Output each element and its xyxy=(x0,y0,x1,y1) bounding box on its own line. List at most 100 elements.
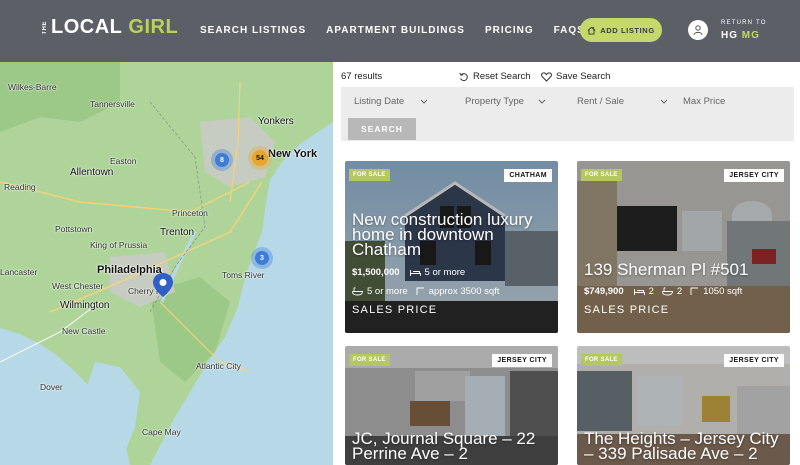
listing-card[interactable]: FOR SALE CHATHAM New construction luxury… xyxy=(345,161,558,333)
nav-search-listings[interactable]: SEARCH LISTINGS xyxy=(200,25,306,36)
chevron-down-icon xyxy=(420,99,428,104)
sqft-info: 1050 sqft xyxy=(690,286,742,297)
bed-icon xyxy=(633,288,645,295)
listing-title: The Heights – Jersey City – 339 Palisade… xyxy=(584,429,779,463)
mg-text: MG xyxy=(741,30,760,41)
sqft-value: 1050 sqft xyxy=(703,286,743,297)
sqft-value: approx 3500 sqft xyxy=(428,286,500,297)
map-label-pottstown: Pottstown xyxy=(55,224,93,234)
listing-card[interactable]: FOR SALE JERSEY CITY 139 Sherman Pl #501… xyxy=(577,161,790,333)
heart-icon xyxy=(541,71,552,82)
nav-pricing[interactable]: PRICING xyxy=(485,25,534,36)
baths-info: 5 or more xyxy=(352,286,408,297)
baths-info: 2 xyxy=(661,286,683,297)
status-badge: FOR SALE xyxy=(581,354,622,366)
logo-girl: GIRL xyxy=(128,16,179,38)
house-plus-icon xyxy=(587,26,596,35)
map-view[interactable]: Wilkes-Barre Tannersville Yonkers Easton… xyxy=(0,62,333,465)
reset-search-button[interactable]: Reset Search xyxy=(459,71,531,82)
map-label-easton: Easton xyxy=(110,156,137,166)
map-label-new-york: New York xyxy=(268,148,318,160)
location-badge: CHATHAM xyxy=(504,169,552,182)
map-label-tannersville: Tannersville xyxy=(90,99,135,109)
map-label-wilmington: Wilmington xyxy=(60,300,110,311)
baths-count: 5 or more xyxy=(367,286,408,297)
beds-count: 5 or more xyxy=(424,267,466,278)
listing-price: $1,500,000 xyxy=(352,267,400,278)
site-header: THE LOCAL GIRL SEARCH LISTINGS APARTMENT… xyxy=(0,0,800,62)
map-label-atlantic-city: Atlantic City xyxy=(196,361,241,371)
status-badge: FOR SALE xyxy=(349,354,390,366)
site-logo[interactable]: THE LOCAL GIRL xyxy=(42,16,178,39)
chevron-down-icon xyxy=(538,99,546,104)
listing-meta-row: $749,900 2 2 1050 sqft xyxy=(584,286,750,297)
add-listing-label: ADD LISTING xyxy=(600,25,655,35)
area-icon xyxy=(690,287,699,295)
map-label-new-castle: New Castle xyxy=(62,326,106,336)
hg-text: HG xyxy=(721,30,738,41)
map-label-king-of-prussia: King of Prussia xyxy=(90,240,148,250)
status-badge: FOR SALE xyxy=(581,169,622,181)
logo-the: THE xyxy=(42,20,48,35)
location-badge: JERSEY CITY xyxy=(724,169,784,182)
logo-local: LOCAL xyxy=(51,16,123,38)
map-label-princeton: Princeton xyxy=(172,208,208,218)
map-cluster-marker[interactable]: 3 xyxy=(255,251,269,265)
beds-info: 5 or more xyxy=(409,267,466,278)
listing-date-label: Listing Date xyxy=(354,96,405,107)
bed-icon xyxy=(409,269,421,276)
listing-title: New construction luxury home in downtown… xyxy=(352,210,533,259)
map-label-wilkes-barre: Wilkes-Barre xyxy=(8,82,57,92)
map-label-yonkers: Yonkers xyxy=(258,116,294,127)
map-label-reading: Reading xyxy=(4,182,36,192)
rent-sale-select[interactable]: Rent / Sale xyxy=(577,96,668,107)
reset-search-label: Reset Search xyxy=(473,71,531,82)
listing-date-select[interactable]: Listing Date xyxy=(354,96,428,107)
save-search-label: Save Search xyxy=(556,71,611,82)
reset-icon xyxy=(459,72,468,81)
map-label-allentown: Allentown xyxy=(70,167,114,178)
results-count: 67 results xyxy=(341,71,383,82)
listing-card[interactable]: FOR SALE JERSEY CITY The Heights – Jerse… xyxy=(577,346,790,465)
listing-price: $749,900 xyxy=(584,286,624,297)
return-to-label: RETURN TO xyxy=(721,20,767,26)
filter-panel: Listing Date Property Type Rent / Sale M… xyxy=(341,87,794,141)
chevron-down-icon xyxy=(660,99,668,104)
map-label-lancaster: Lancaster xyxy=(0,267,38,277)
max-price-placeholder: Max Price xyxy=(683,96,726,107)
nav-apartment-buildings[interactable]: APARTMENT BUILDINGS xyxy=(326,25,465,36)
map-label-toms-river: Toms River xyxy=(222,270,265,280)
map-label-trenton: Trenton xyxy=(160,227,195,238)
sqft-info: approx 3500 sqft xyxy=(416,286,500,297)
search-button[interactable]: SEARCH xyxy=(348,118,416,140)
listing-card[interactable]: FOR SALE JERSEY CITY JC, Journal Square … xyxy=(345,346,558,465)
area-icon xyxy=(416,287,424,295)
baths-count: 2 xyxy=(676,286,683,297)
return-to-link[interactable]: HG MG xyxy=(721,30,760,41)
beds-info: 2 xyxy=(633,286,654,297)
listing-meta-row: 5 or more approx 3500 sqft xyxy=(352,286,507,297)
rent-sale-label: Rent / Sale xyxy=(577,96,624,107)
listing-title: 139 Sherman Pl #501 xyxy=(584,260,749,279)
property-type-label: Property Type xyxy=(465,96,524,107)
save-search-button[interactable]: Save Search xyxy=(541,71,610,82)
location-badge: JERSEY CITY xyxy=(492,354,552,367)
map-label-west-chester: West Chester xyxy=(52,281,104,291)
price-label: SALES PRICE xyxy=(352,304,438,316)
listing-meta-row: $1,500,000 5 or more xyxy=(352,267,473,278)
bath-icon xyxy=(661,287,673,296)
max-price-input[interactable]: Max Price xyxy=(683,96,725,107)
user-avatar-icon[interactable] xyxy=(688,20,708,40)
property-type-select[interactable]: Property Type xyxy=(465,96,546,107)
status-badge: FOR SALE xyxy=(349,169,390,181)
bath-icon xyxy=(352,287,363,296)
map-label-cape-may: Cape May xyxy=(142,427,181,437)
beds-count: 2 xyxy=(648,286,654,297)
map-label-dover: Dover xyxy=(40,382,63,392)
map-cluster-marker[interactable]: 8 xyxy=(215,153,229,167)
map-cluster-marker[interactable]: 54 xyxy=(252,150,268,166)
main-nav: SEARCH LISTINGS APARTMENT BUILDINGS PRIC… xyxy=(200,25,605,36)
listing-title: JC, Journal Square – 22 Perrine Ave – 2 xyxy=(352,429,536,463)
add-listing-button[interactable]: ADD LISTING xyxy=(580,18,662,42)
price-label: SALES PRICE xyxy=(584,304,670,316)
